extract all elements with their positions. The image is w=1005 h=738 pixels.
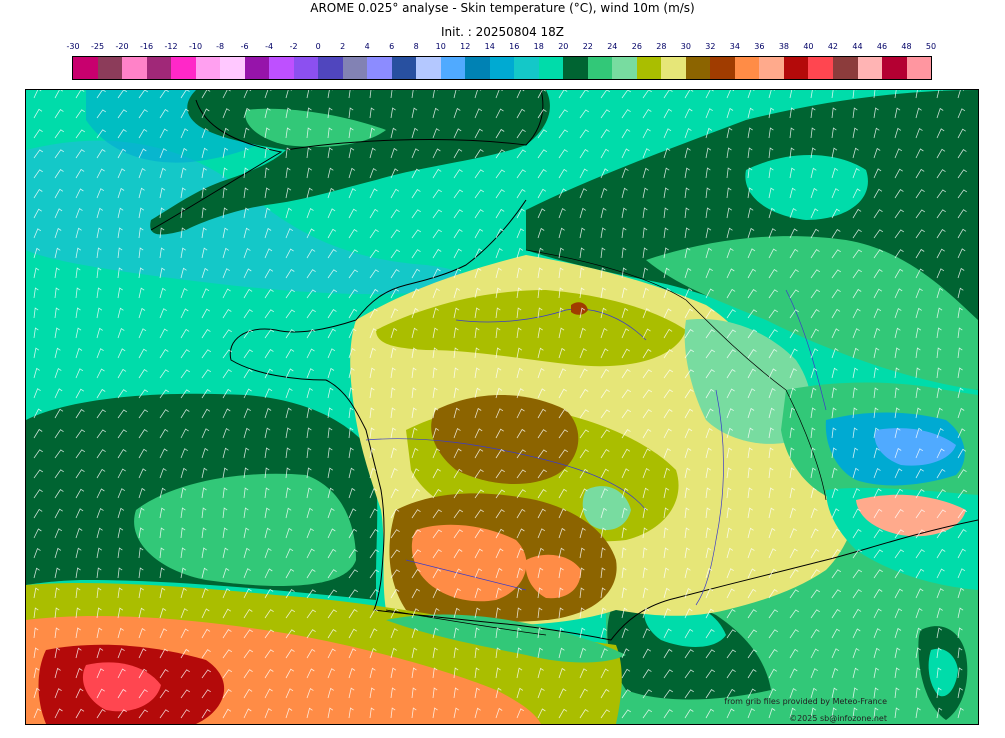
colorbar-swatch <box>759 57 784 79</box>
chart-title: AROME 0.025° analyse - Skin temperature … <box>310 1 695 15</box>
colorbar-tick-label: -30 <box>66 42 80 51</box>
colorbar-tick-label: 36 <box>754 42 765 51</box>
colorbar-swatch <box>538 57 564 79</box>
colorbar-swatch <box>710 57 735 79</box>
colorbar-tick-label: 34 <box>729 42 740 51</box>
colorbar-swatch <box>220 57 245 79</box>
colorbar-swatch <box>783 57 809 79</box>
colorbar-swatch <box>97 57 123 79</box>
colorbar-tick-label: 10 <box>435 42 446 51</box>
colorbar-tick-label: 30 <box>680 42 691 51</box>
colorbar-tick-label: 44 <box>852 42 863 51</box>
colorbar-tick-label: 42 <box>827 42 839 51</box>
colorbar-swatch <box>685 57 711 79</box>
colorbar-tick-label: -16 <box>139 42 154 51</box>
colorbar-swatch <box>293 57 319 79</box>
colorbar-swatch <box>146 57 172 79</box>
colorbar-tick-label: 14 <box>484 42 495 51</box>
colorbar-swatch <box>171 57 196 79</box>
colorbar-tick-label: 50 <box>925 42 937 51</box>
colorbar-swatch <box>661 57 686 79</box>
colorbar-swatch <box>416 57 441 79</box>
colorbar-tick-label: -12 <box>164 42 178 51</box>
colorbar-swatch <box>195 57 221 79</box>
colorbar-swatch <box>882 57 907 79</box>
colorbar-swatch <box>318 57 343 79</box>
colorbar-tick-label: 2 <box>340 42 346 51</box>
colorbar-tick-label: -8 <box>216 42 225 51</box>
colorbar-swatch <box>636 57 662 79</box>
colorbar-swatches <box>72 56 932 80</box>
colorbar-tick-label: 32 <box>705 42 716 51</box>
colorbar-swatch <box>587 57 613 79</box>
colorbar-tick-label: -2 <box>289 42 298 51</box>
colorbar-swatch <box>808 57 833 79</box>
colorbar-tick-label: 16 <box>509 42 520 51</box>
colorbar-swatch <box>122 57 147 79</box>
colorbar-swatch <box>440 57 466 79</box>
colorbar-swatch <box>391 57 417 79</box>
colorbar-tick-label: 24 <box>607 42 618 51</box>
colorbar-tick-label: 4 <box>364 42 370 51</box>
colorbar-tick-label: -10 <box>189 42 203 51</box>
colorbar-swatch <box>514 57 539 79</box>
colorbar-swatch <box>465 57 490 79</box>
colorbar-tick-label: 20 <box>558 42 569 51</box>
colorbar-tick-label: 18 <box>533 42 544 51</box>
colorbar-tick-label: 0 <box>315 42 321 51</box>
colorbar-swatch <box>367 57 392 79</box>
colorbar-swatch <box>906 57 932 79</box>
colorbar-tick-label: 38 <box>778 42 789 51</box>
colorbar-swatch <box>244 57 270 79</box>
temperature-colorbar: -30 -25 -20 -16 -12 -10 -8 -6 -4 -2 0 2 4 6 8 10 12 14 16 1… <box>66 42 936 80</box>
colorbar-swatch <box>563 57 588 79</box>
colorbar-tick-label: -4 <box>265 42 274 51</box>
colorbar-swatch <box>73 57 98 79</box>
init-time-subtitle: Init. : 20250804 18Z <box>440 25 565 39</box>
data-source-credit: from grib files provided by Meteo-France <box>724 697 887 706</box>
colorbar-tick-label: 48 <box>901 42 912 51</box>
colorbar-tick-label: 8 <box>413 42 419 51</box>
colorbar-swatch <box>342 57 368 79</box>
temperature-map <box>25 89 979 725</box>
colorbar-swatch <box>832 57 858 79</box>
colorbar-swatch <box>734 57 760 79</box>
colorbar-tick-label: 28 <box>656 42 667 51</box>
colorbar-tick-label: 40 <box>803 42 814 51</box>
colorbar-tick-label: -6 <box>240 42 249 51</box>
colorbar-tick-label: 22 <box>582 42 593 51</box>
colorbar-tick-label: 12 <box>460 42 471 51</box>
colorbar-tick-label: 46 <box>876 42 888 51</box>
colorbar-tick-label: 26 <box>631 42 642 51</box>
colorbar-swatch <box>857 57 883 79</box>
colorbar-swatch <box>612 57 637 79</box>
colorbar-tick-label: -25 <box>90 42 105 51</box>
colorbar-tick-label: 6 <box>389 42 395 51</box>
colorbar-swatch <box>489 57 515 79</box>
copyright-credit: ©2025 sb@infozone.net <box>789 714 887 723</box>
colorbar-swatch <box>269 57 294 79</box>
colorbar-tick-label: -20 <box>115 42 129 51</box>
